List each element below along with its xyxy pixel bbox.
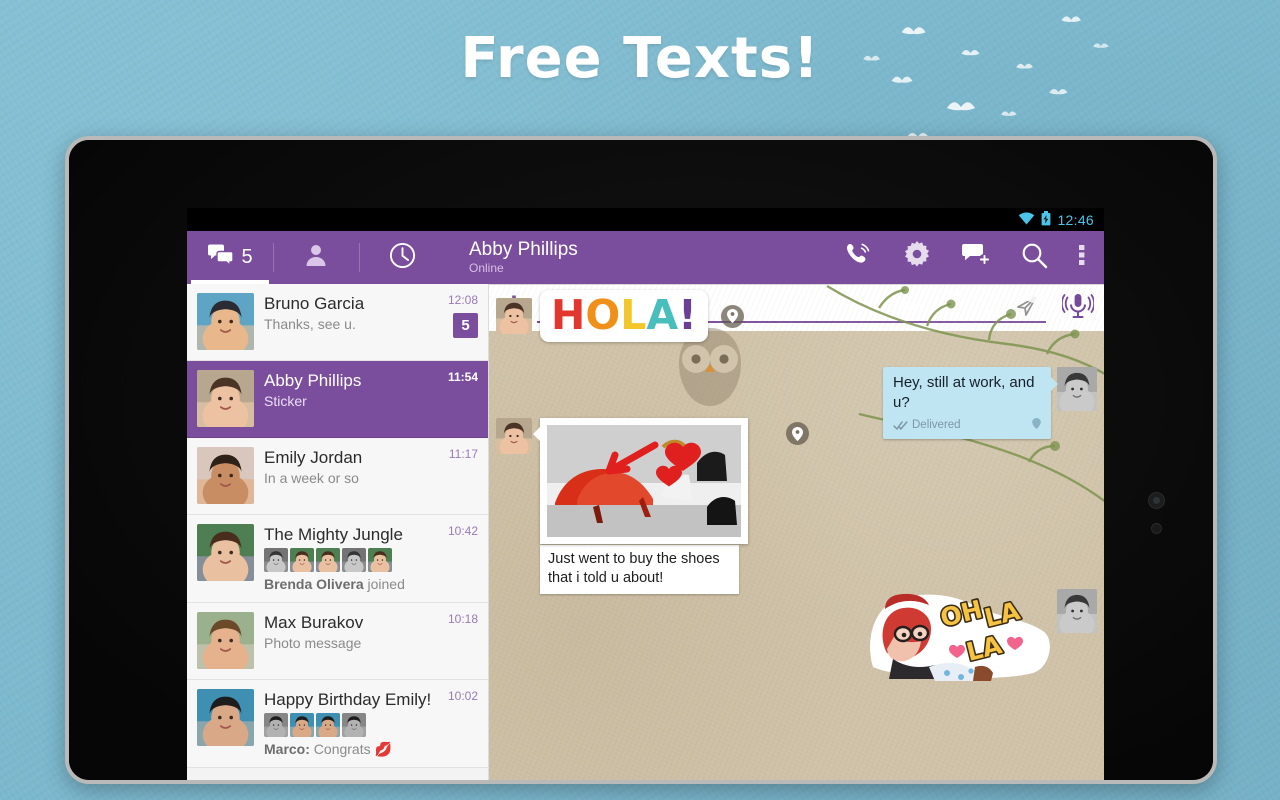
avatar xyxy=(197,524,254,581)
group-member-avatar xyxy=(342,713,366,737)
battery-charging-icon xyxy=(1041,210,1051,229)
conversation-item[interactable]: Happy Birthday Emily! Marco: Congrats 💋 … xyxy=(187,680,488,768)
wifi-icon xyxy=(1018,212,1035,228)
tab-messages[interactable]: 5 xyxy=(187,231,273,284)
conversation-item[interactable]: Max Burakov Photo message 10:18 xyxy=(187,603,488,680)
conversation-list[interactable]: Bruno Garcia Thanks, see u. 12:08 5 Abby… xyxy=(187,284,489,780)
conversation-snippet: Thanks, see u. xyxy=(264,316,356,332)
conversation-name: Emily Jordan xyxy=(264,448,363,467)
conversation-snippet: Photo message xyxy=(264,635,362,651)
avatar xyxy=(197,447,254,504)
search-icon xyxy=(1021,242,1048,274)
gear-icon xyxy=(903,241,931,274)
conversation-item[interactable]: Abby Phillips Sticker 11:54 xyxy=(187,361,488,438)
front-camera-icon xyxy=(1148,492,1165,509)
chat-header[interactable]: Abby Phillips Online xyxy=(445,231,828,284)
conversation-time: 12:08 xyxy=(447,293,478,307)
message-sticker-hola[interactable]: H O L A! xyxy=(496,290,744,342)
group-member-avatar xyxy=(264,548,288,572)
group-member-avatar xyxy=(316,548,340,572)
message-sticker-ohlala[interactable]: OH LA LA xyxy=(865,589,1097,686)
group-member-avatar xyxy=(368,548,392,572)
conversation-snippet: In a week or so xyxy=(264,470,359,486)
free-call-button[interactable] xyxy=(828,231,887,284)
chat-contact-name: Abby Phillips xyxy=(469,239,578,260)
location-pin-icon[interactable] xyxy=(720,304,744,328)
sticker-ohlala: OH LA LA xyxy=(865,589,1055,686)
tab-contacts[interactable] xyxy=(273,231,359,284)
conversation-snippet: Sticker xyxy=(264,393,307,409)
tab-messages-count: 5 xyxy=(241,246,253,268)
conversation-name: Bruno Garcia xyxy=(264,294,365,313)
sticker-hola: H O L A! xyxy=(540,290,708,342)
conversation-time: 11:54 xyxy=(447,370,478,384)
conversation-time: 10:18 xyxy=(447,612,478,626)
status-bar-clock: 12:46 xyxy=(1057,211,1094,228)
location-pin-icon[interactable] xyxy=(786,422,809,445)
conversation-name: Abby Phillips xyxy=(264,371,362,390)
group-member-avatar xyxy=(290,548,314,572)
message-bubble: Hey, still at work, and u? Delivered xyxy=(883,367,1058,439)
device-screen: 12:46 5 Abby Phillips Online Bruno Garci… xyxy=(187,208,1104,780)
unread-badge: 5 xyxy=(453,313,478,338)
photo-caption: Just went to buy the shoes that i told u… xyxy=(540,545,739,594)
red-high-heels-photo xyxy=(547,425,741,537)
conversation-item[interactable]: The Mighty Jungle Brenda Olivera joined … xyxy=(187,515,488,603)
group-member-avatars xyxy=(264,548,438,572)
group-member-avatar xyxy=(342,548,366,572)
conversation-time: 10:42 xyxy=(447,524,478,538)
avatar xyxy=(197,370,254,427)
clock-icon xyxy=(389,242,416,274)
chat-contact-status: Online xyxy=(469,261,504,275)
avatar xyxy=(197,689,254,746)
group-member-avatars xyxy=(264,713,438,737)
delivery-status: Delivered xyxy=(893,415,961,435)
sender-avatar xyxy=(496,298,532,334)
conversation-snippet: Marco: Congrats 💋 xyxy=(264,741,392,757)
search-button[interactable] xyxy=(1005,231,1064,284)
tab-recent[interactable] xyxy=(359,231,445,284)
group-member-avatar xyxy=(290,713,314,737)
message-text: Hey, still at work, and u? xyxy=(893,374,1035,411)
android-status-bar: 12:46 xyxy=(187,208,1104,231)
double-check-icon xyxy=(893,420,908,430)
sender-avatar xyxy=(1057,589,1097,633)
sender-avatar xyxy=(496,418,532,454)
location-pin-icon[interactable] xyxy=(1032,415,1041,435)
conversation-time: 10:02 xyxy=(447,689,478,703)
avatar xyxy=(197,612,254,669)
conversation-item[interactable]: Emily Jordan In a week or so 11:17 xyxy=(187,438,488,515)
sender-avatar xyxy=(1057,367,1097,411)
person-icon xyxy=(304,243,328,272)
phone-call-icon xyxy=(844,241,872,274)
avatar xyxy=(197,293,254,350)
message-out-text[interactable]: Hey, still at work, and u? Delivered xyxy=(883,367,1097,439)
app-body: Bruno Garcia Thanks, see u. 12:08 5 Abby… xyxy=(187,284,1104,780)
conversation-name: Max Burakov xyxy=(264,613,364,632)
message-in-photo[interactable]: Just went to buy the shoes that i told u… xyxy=(496,418,809,594)
new-chat-icon xyxy=(961,243,991,272)
chat-pane: H O L A! Hey, still at work, and u? Deliver… xyxy=(489,284,1104,780)
delivery-status-text: Delivered xyxy=(912,419,961,431)
tablet-device: 12:46 5 Abby Phillips Online Bruno Garci… xyxy=(65,136,1217,784)
overflow-menu-icon xyxy=(1079,243,1085,272)
conversation-name: The Mighty Jungle xyxy=(264,525,403,544)
conversation-name: Happy Birthday Emily! xyxy=(264,690,432,709)
promo-headline: Free Texts! xyxy=(460,26,820,91)
group-member-avatar xyxy=(316,713,340,737)
chat-bubbles-icon xyxy=(207,244,235,271)
light-sensor-icon xyxy=(1151,523,1162,534)
overflow-menu-button[interactable] xyxy=(1064,231,1100,284)
app-bar: 5 Abby Phillips Online xyxy=(187,231,1104,284)
app-bar-actions xyxy=(828,231,1104,284)
settings-button[interactable] xyxy=(887,231,946,284)
conversation-item[interactable]: Bruno Garcia Thanks, see u. 12:08 5 xyxy=(187,284,488,361)
new-message-button[interactable] xyxy=(946,231,1005,284)
conversation-snippet: Brenda Olivera joined xyxy=(264,576,405,592)
group-member-avatar xyxy=(264,713,288,737)
photo-card[interactable] xyxy=(533,418,748,544)
conversation-time: 11:17 xyxy=(448,447,478,461)
